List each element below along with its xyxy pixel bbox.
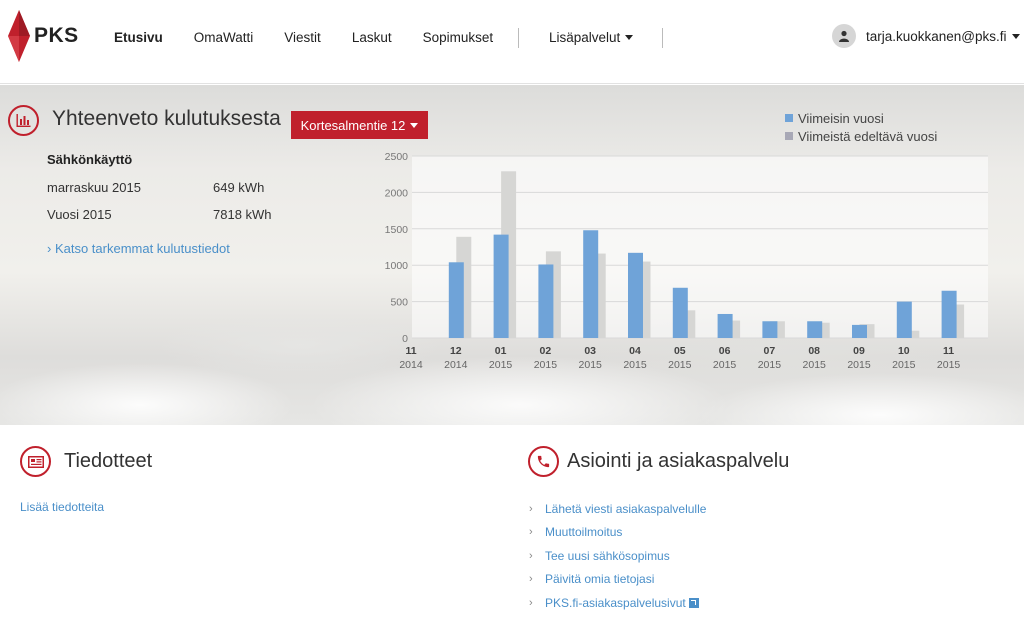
- top-header: PKS Etusivu OmaWatti Viestit Laskut Sopi…: [0, 0, 1024, 84]
- consumption-chart: 0 500 1000 1500 2000 2500 11 2014 12 2014 01 2015 02…: [385, 151, 988, 371]
- x-tick-year: 2014: [399, 359, 423, 371]
- y-tick-label: 2500: [385, 151, 409, 163]
- pks-diamond-icon: [8, 10, 30, 62]
- x-tick-month: 05: [674, 345, 686, 357]
- x-tick-year: 2015: [758, 359, 782, 371]
- bar-latest-year: [672, 287, 688, 338]
- service-link-message[interactable]: › Lähetä viesti asiakaspalvelulle: [529, 497, 706, 521]
- avatar: [832, 24, 856, 48]
- chevron-right-icon: ›: [529, 596, 533, 609]
- chevron-right-icon: ›: [529, 549, 533, 562]
- nav-item-sopimukset[interactable]: Sopimukset: [423, 30, 494, 45]
- x-tick-year: 2015: [937, 359, 961, 371]
- x-tick-year: 2015: [534, 359, 558, 371]
- y-tick-label: 0: [402, 333, 408, 345]
- x-tick-year: 2015: [489, 359, 513, 371]
- x-tick-month: 12: [450, 345, 462, 357]
- newspaper-icon: [20, 446, 51, 477]
- nav-item-lisapalvelut[interactable]: Lisäpalvelut: [549, 30, 634, 45]
- nav-divider: [662, 28, 663, 48]
- service-links: › Lähetä viesti asiakaspalvelulle › Muut…: [529, 497, 706, 615]
- bar-latest-year: [762, 321, 778, 338]
- brand-name: PKS: [34, 24, 79, 47]
- service-title: Asiointi ja asiakaspalvelu: [567, 450, 790, 472]
- x-tick-month: 01: [495, 345, 507, 357]
- service-link-label: Tee uusi sähkösopimus: [545, 548, 670, 563]
- y-tick-label: 1500: [385, 224, 409, 236]
- caret-down-icon: [1011, 33, 1020, 39]
- nav-item-omawatti[interactable]: OmaWatti: [194, 30, 254, 45]
- service-link-update-info[interactable]: › Päivitä omia tietojasi: [529, 568, 706, 592]
- x-tick-year: 2015: [579, 359, 603, 371]
- chevron-right-icon: ›: [529, 526, 533, 539]
- x-tick-year: 2015: [892, 359, 916, 371]
- bar-latest-year: [583, 230, 599, 338]
- nav-item-laskut[interactable]: Laskut: [352, 30, 392, 45]
- x-tick-month: 03: [584, 345, 596, 357]
- x-tick-year: 2014: [444, 359, 468, 371]
- phone-icon: [528, 446, 559, 477]
- bar-latest-year: [896, 301, 912, 338]
- nav-item-etusivu[interactable]: Etusivu: [114, 30, 163, 45]
- caret-down-icon: [625, 35, 634, 40]
- x-tick-month: 06: [719, 345, 731, 357]
- user-menu[interactable]: tarja.kuokkanen@pks.fi: [832, 24, 1020, 48]
- bar-latest-year: [717, 313, 733, 338]
- x-tick-month: 08: [808, 345, 820, 357]
- nav-divider: [518, 28, 519, 48]
- service-link-label: Päivitä omia tietojasi: [545, 572, 655, 587]
- main-nav: Etusivu OmaWatti Viestit Laskut Sopimuks…: [114, 30, 524, 45]
- pks-logo[interactable]: PKS: [8, 10, 79, 62]
- x-tick-month: 10: [898, 345, 910, 357]
- service-link-moving[interactable]: › Muuttoilmoitus: [529, 521, 706, 545]
- x-tick-month: 09: [853, 345, 865, 357]
- y-tick-label: 500: [390, 297, 408, 309]
- service-link-label: Muuttoilmoitus: [545, 525, 623, 540]
- y-tick-label: 2000: [385, 187, 409, 199]
- bar-latest-year: [628, 252, 643, 338]
- bar-latest-year: [448, 262, 464, 338]
- external-link-icon: [688, 597, 699, 608]
- nav-more-label: Lisäpalvelut: [549, 30, 621, 45]
- x-tick-year: 2015: [847, 359, 871, 371]
- chevron-right-icon: ›: [529, 502, 533, 515]
- x-tick-year: 2015: [713, 359, 737, 371]
- x-tick-month: 02: [540, 345, 552, 357]
- bar-latest-year: [538, 264, 554, 338]
- bar-latest-year: [941, 290, 957, 338]
- user-email: tarja.kuokkanen@pks.fi: [866, 28, 1007, 44]
- x-tick-year: 2015: [668, 359, 692, 371]
- consumption-summary: Yhteenveto kulutuksesta Kortesalmentie 1…: [0, 85, 1024, 425]
- service-link-label: Lähetä viesti asiakaspalvelulle: [545, 501, 707, 516]
- x-tick-month: 11: [405, 345, 416, 357]
- bar-latest-year: [852, 324, 867, 338]
- bar-latest-year: [493, 234, 509, 338]
- service-link-pks-site[interactable]: › PKS.fi-asiakaspalvelusivut: [529, 591, 706, 615]
- nav-item-viestit[interactable]: Viestit: [284, 30, 321, 45]
- bar-latest-year: [807, 321, 823, 338]
- x-tick-month: 07: [764, 345, 776, 357]
- chevron-right-icon: ›: [529, 573, 533, 586]
- x-tick-month: 04: [629, 345, 641, 357]
- more-news-link[interactable]: Lisää tiedotteita: [20, 500, 104, 514]
- x-tick-year: 2015: [803, 359, 827, 371]
- service-link-new-contract[interactable]: › Tee uusi sähkösopimus: [529, 544, 706, 568]
- news-title: Tiedotteet: [64, 450, 153, 472]
- user-icon: [839, 30, 849, 42]
- service-link-label: PKS.fi-asiakaspalvelusivut: [545, 595, 686, 610]
- y-tick-label: 1000: [385, 260, 409, 272]
- x-tick-month: 11: [943, 345, 954, 357]
- x-tick-year: 2015: [623, 359, 647, 371]
